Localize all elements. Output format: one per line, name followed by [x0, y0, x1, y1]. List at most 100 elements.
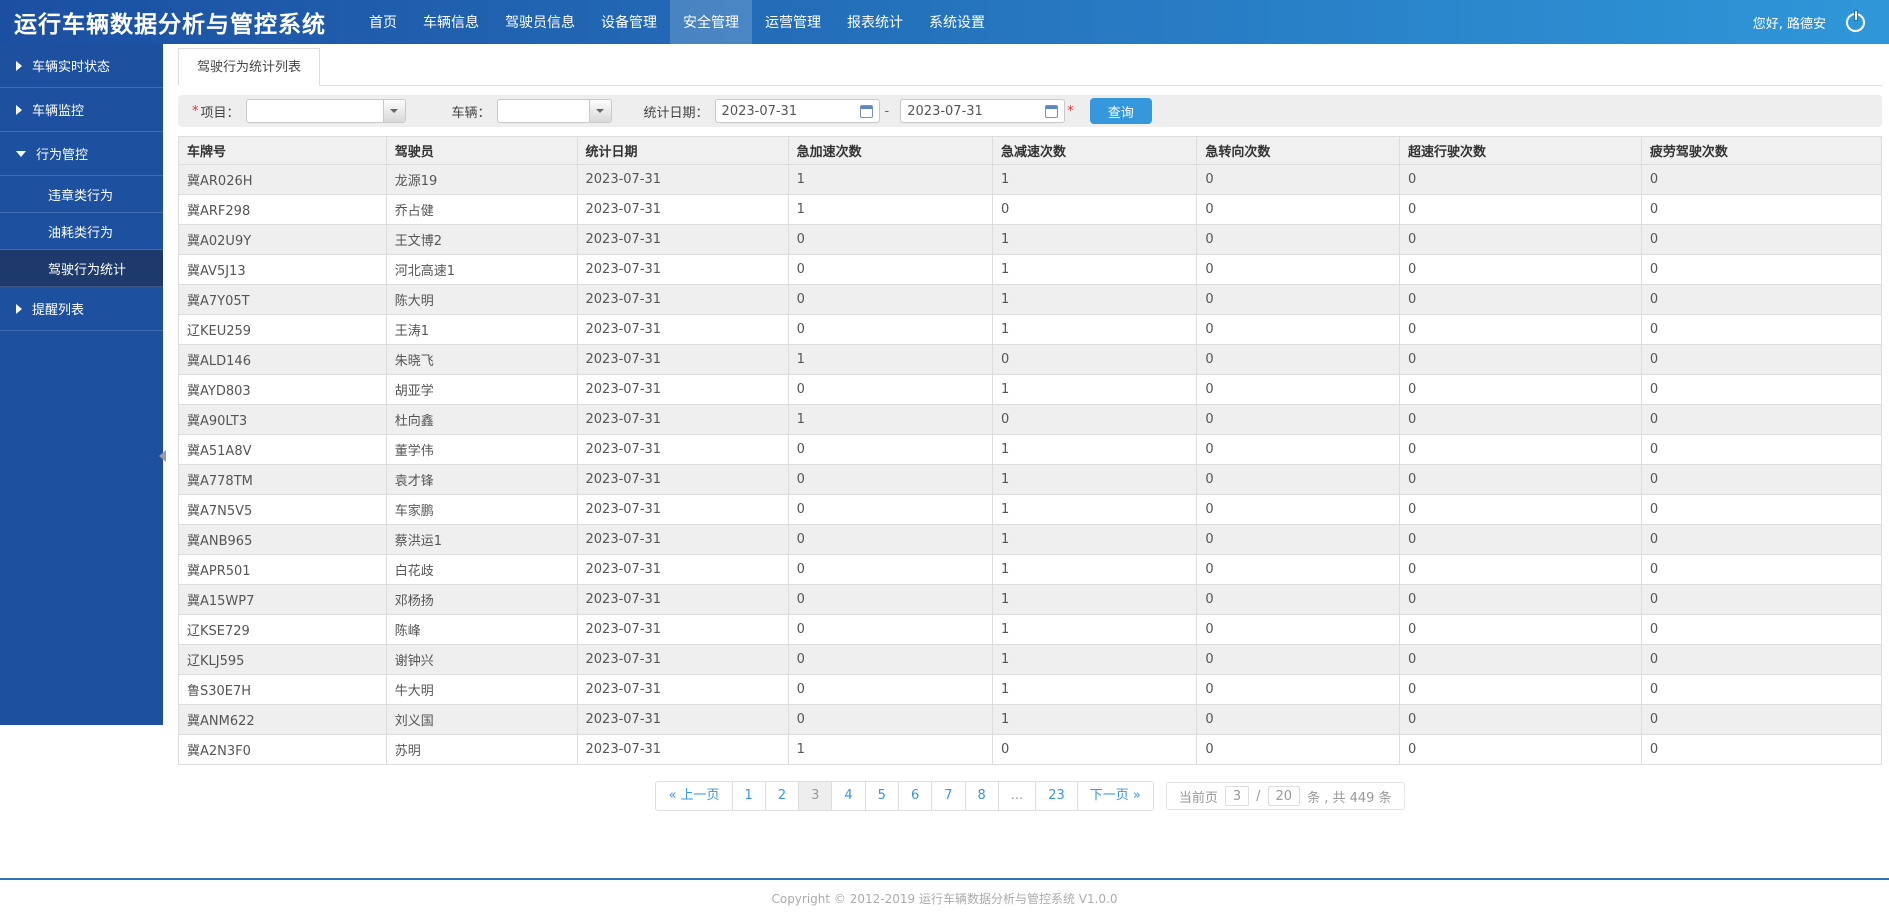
- table-cell: 杜向鑫: [386, 405, 577, 435]
- current-page-box[interactable]: 3: [1225, 786, 1249, 806]
- table-row: 冀A90LT3杜向鑫2023-07-3110000: [179, 405, 1882, 435]
- table-cell: 0: [788, 435, 992, 465]
- table-cell: 2023-07-31: [577, 525, 788, 555]
- page-number-4[interactable]: 4: [831, 782, 864, 810]
- table-cell: 袁才锋: [386, 465, 577, 495]
- tab-driving-behavior-list[interactable]: 驾驶行为统计列表: [178, 48, 320, 86]
- table-cell: 冀A90LT3: [179, 405, 387, 435]
- table-cell: 1: [993, 495, 1197, 525]
- chevron-down-icon: [16, 151, 26, 157]
- table-cell: 0: [788, 645, 992, 675]
- vehicle-select[interactable]: [497, 99, 612, 123]
- table-row: 辽KSE729陈峰2023-07-3101000: [179, 615, 1882, 645]
- table-cell: 陈大明: [386, 285, 577, 315]
- table-cell: 2023-07-31: [577, 375, 788, 405]
- table-cell: 1: [788, 165, 992, 195]
- nav-item[interactable]: 安全管理: [670, 0, 752, 44]
- sidebar-collapse-handle[interactable]: [159, 450, 166, 462]
- column-header: 疲劳驾驶次数: [1641, 137, 1881, 165]
- page-number-3[interactable]: 3: [798, 782, 831, 810]
- table-cell: 冀AV5J13: [179, 255, 387, 285]
- table-cell: 0: [1400, 735, 1642, 765]
- vehicle-select-value: [498, 100, 589, 122]
- dropdown-arrow-icon[interactable]: [383, 100, 405, 122]
- table-cell: 0: [1400, 675, 1642, 705]
- calendar-icon[interactable]: [1045, 105, 1058, 118]
- logout-power-icon[interactable]: [1846, 13, 1865, 32]
- page-number-6[interactable]: 6: [898, 782, 931, 810]
- table-cell: 胡亚学: [386, 375, 577, 405]
- sidebar-item[interactable]: 违章类行为: [0, 176, 163, 213]
- driving-behavior-table: 车牌号驾驶员统计日期急加速次数急减速次数急转向次数超速行驶次数疲劳驾驶次数 冀A…: [178, 136, 1882, 765]
- table-row: 冀AR026H龙源192023-07-3111000: [179, 165, 1882, 195]
- required-asterisk: *: [192, 104, 199, 119]
- sidebar-item[interactable]: 提醒列表: [0, 287, 163, 331]
- table-cell: 辽KLJ595: [179, 645, 387, 675]
- content-area: 驾驶行为统计列表 * 项目： 车辆： 统计日期： -: [163, 44, 1889, 811]
- nav-item[interactable]: 系统设置: [916, 0, 998, 44]
- page-number-8[interactable]: 8: [965, 782, 998, 810]
- table-cell: 1: [993, 645, 1197, 675]
- table-row: 辽KLJ595谢钟兴2023-07-3101000: [179, 645, 1882, 675]
- table-cell: 0: [1400, 375, 1642, 405]
- sidebar-item[interactable]: 驾驶行为统计: [0, 250, 163, 287]
- sidebar-item[interactable]: 油耗类行为: [0, 213, 163, 250]
- table-cell: 0: [788, 225, 992, 255]
- dropdown-arrow-icon[interactable]: [589, 100, 611, 122]
- table-cell: 2023-07-31: [577, 495, 788, 525]
- table-cell: 0: [1641, 255, 1881, 285]
- table-cell: 0: [1197, 675, 1400, 705]
- page-number-23[interactable]: 23: [1035, 782, 1077, 810]
- table-row: 冀A7Y05T陈大明2023-07-3101000: [179, 285, 1882, 315]
- table-cell: 牛大明: [386, 675, 577, 705]
- date-from-input[interactable]: [722, 104, 860, 119]
- user-greeting: 您好, 路德安: [1753, 13, 1826, 32]
- prev-page-button[interactable]: « 上一页: [656, 782, 731, 810]
- date-label: 统计日期：: [644, 102, 709, 121]
- table-cell: 王涛1: [386, 315, 577, 345]
- next-page-button[interactable]: 下一页 »: [1077, 782, 1153, 810]
- sidebar-item[interactable]: 行为管控: [0, 132, 163, 176]
- table-cell: 0: [1641, 645, 1881, 675]
- table-cell: 1: [788, 345, 992, 375]
- table-cell: 1: [993, 255, 1197, 285]
- project-label: 项目：: [201, 102, 240, 121]
- page-number-2[interactable]: 2: [765, 782, 798, 810]
- nav-item[interactable]: 驾驶员信息: [492, 0, 588, 44]
- table-cell: 0: [1197, 225, 1400, 255]
- column-header: 超速行驶次数: [1400, 137, 1642, 165]
- page-number-1[interactable]: 1: [732, 782, 765, 810]
- sidebar-item[interactable]: 车辆监控: [0, 88, 163, 132]
- table-cell: 0: [1400, 345, 1642, 375]
- project-select[interactable]: [246, 99, 406, 123]
- table-cell: 0: [788, 615, 992, 645]
- calendar-icon[interactable]: [860, 105, 873, 118]
- table-cell: 2023-07-31: [577, 195, 788, 225]
- search-button[interactable]: 查询: [1090, 98, 1152, 124]
- table-cell: 1: [993, 555, 1197, 585]
- table-cell: 0: [788, 255, 992, 285]
- page-size-box[interactable]: 20: [1268, 786, 1301, 806]
- table-row: 冀A2N3F0苏明2023-07-3110000: [179, 735, 1882, 765]
- table-row: 冀ANB965蔡洪运12023-07-3101000: [179, 525, 1882, 555]
- nav-item[interactable]: 车辆信息: [410, 0, 492, 44]
- page-number-5[interactable]: 5: [865, 782, 898, 810]
- tab-bar: 驾驶行为统计列表: [178, 48, 1882, 86]
- table-row: 冀A7N5V5车家鹏2023-07-3101000: [179, 495, 1882, 525]
- table-cell: 1: [788, 195, 992, 225]
- table-cell: 0: [993, 405, 1197, 435]
- nav-item[interactable]: 首页: [356, 0, 410, 44]
- table-cell: 1: [993, 585, 1197, 615]
- table-cell: 0: [1641, 375, 1881, 405]
- sidebar-item[interactable]: 车辆实时状态: [0, 44, 163, 88]
- page-info: 当前页 3 / 20 条 , 共 449 条: [1166, 782, 1405, 810]
- date-to-input[interactable]: [907, 104, 1045, 119]
- page-number-7[interactable]: 7: [931, 782, 964, 810]
- nav-item[interactable]: 运营管理: [752, 0, 834, 44]
- nav-item[interactable]: 报表统计: [834, 0, 916, 44]
- table-cell: 1: [788, 405, 992, 435]
- date-range-separator: -: [885, 104, 890, 119]
- nav-item[interactable]: 设备管理: [588, 0, 670, 44]
- table-cell: 0: [993, 195, 1197, 225]
- pagination-row: « 上一页12345678...23下一页 » 当前页 3 / 20 条 , 共…: [178, 781, 1882, 811]
